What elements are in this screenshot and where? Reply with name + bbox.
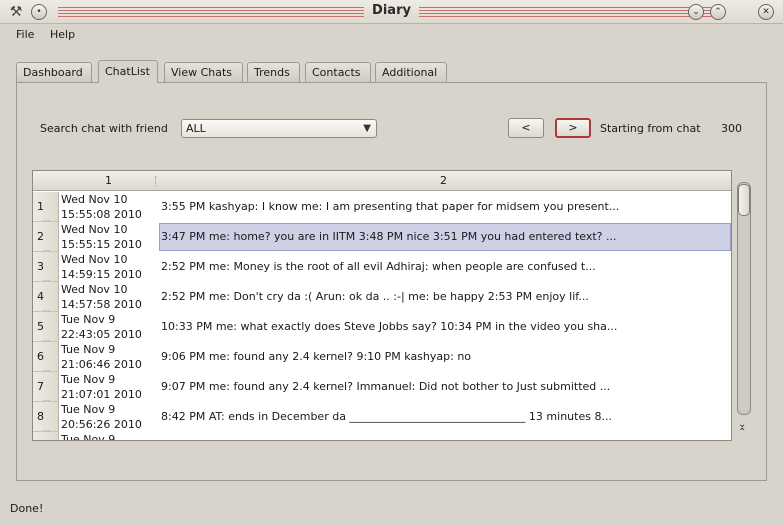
table-row[interactable]: 6… Tue Nov 9 21:06:46 2010 9:06 PM me: fo… [33, 342, 731, 373]
row-number: 5… [33, 312, 59, 343]
row-date: Wed Nov 10 15:55:08 2010 [61, 193, 142, 221]
row-number: 2… [33, 222, 59, 253]
row-number: 3… [33, 252, 59, 283]
table-row[interactable]: Tue Nov 9 [33, 432, 731, 441]
menu-bar: File Help [0, 25, 783, 45]
tab-view-chats[interactable]: View Chats [164, 62, 243, 82]
status-text: Done! [10, 502, 44, 515]
search-label: Search chat with friend [40, 122, 168, 135]
row-message: 2:52 PM me: Don't cry da :( Arun: ok da … [161, 290, 589, 303]
friend-select[interactable]: ALL ▼ [181, 119, 377, 138]
row-date: Tue Nov 9 22:43:05 2010 [61, 313, 142, 341]
row-date: Tue Nov 9 21:06:46 2010 [61, 343, 142, 371]
table-row[interactable]: 7… Tue Nov 9 21:07:01 2010 9:07 PM me: fo… [33, 372, 731, 403]
maximize-button[interactable]: ⌃ [710, 4, 726, 20]
close-button[interactable]: ✕ [758, 4, 774, 20]
tab-trends[interactable]: Trends [247, 62, 300, 82]
row-message [159, 433, 731, 440]
table-scrollbar[interactable]: ⌄ ⌃ [734, 170, 754, 441]
column-divider[interactable] [155, 176, 156, 186]
prev-button[interactable]: < [508, 118, 544, 138]
window-title: Diary [0, 3, 783, 18]
table-row[interactable]: 1… Wed Nov 10 15:55:08 2010 3:55 PM kashy… [33, 192, 731, 223]
title-bar: ⚒ • Diary ⌄ ⌃ ✕ [0, 0, 783, 24]
row-number [33, 432, 59, 440]
next-button[interactable]: > [555, 118, 591, 138]
column-header-1[interactable]: 1 [105, 174, 112, 187]
row-message: 10:33 PM me: what exactly does Steve Job… [161, 320, 618, 333]
row-number: 7… [33, 372, 59, 403]
menu-help[interactable]: Help [50, 28, 75, 41]
menu-file[interactable]: File [16, 28, 34, 41]
table-row[interactable]: 2… Wed Nov 10 15:55:15 2010 3:47 PM me: h… [33, 222, 731, 253]
table-row[interactable]: 3… Wed Nov 10 14:59:15 2010 2:52 PM me: M… [33, 252, 731, 283]
row-message: 8:42 PM AT: ends in December da ________… [161, 410, 612, 423]
table-row[interactable]: 8… Tue Nov 9 20:56:26 2010 8:42 PM AT: en… [33, 402, 731, 433]
chevron-down-icon: ▼ [363, 123, 371, 134]
scroll-thumb[interactable] [738, 184, 750, 216]
row-number: 4… [33, 282, 59, 313]
row-message: 3:47 PM me: home? you are in IITM 3:48 P… [159, 223, 731, 251]
friend-select-value: ALL [186, 122, 206, 135]
tab-dashboard[interactable]: Dashboard [16, 62, 92, 82]
row-number: 1… [33, 192, 59, 223]
row-message: 3:55 PM kashyap: I know me: I am present… [161, 200, 620, 213]
row-date: Wed Nov 10 14:57:58 2010 [61, 283, 142, 311]
tab-additional[interactable]: Additional [375, 62, 447, 82]
row-message: 9:07 PM me: found any 2.4 kernel? Immanu… [161, 380, 611, 393]
table-header: 1 2 [33, 171, 731, 191]
table-row[interactable]: 4… Wed Nov 10 14:57:58 2010 2:52 PM me: D… [33, 282, 731, 313]
scroll-up-chevron-icon[interactable]: ⌃ [738, 428, 746, 438]
row-date: Tue Nov 9 21:07:01 2010 [61, 373, 142, 401]
row-date: Wed Nov 10 15:55:15 2010 [61, 223, 142, 251]
start-value: 300 [721, 122, 742, 135]
table-row[interactable]: 5… Tue Nov 9 22:43:05 2010 10:33 PM me: w… [33, 312, 731, 343]
row-message: 9:06 PM me: found any 2.4 kernel? 9:10 P… [161, 350, 472, 363]
row-message: 2:52 PM me: Money is the root of all evi… [161, 260, 596, 273]
row-date: Wed Nov 10 14:59:15 2010 [61, 253, 142, 281]
row-date: Tue Nov 9 20:56:26 2010 [61, 403, 142, 431]
minimize-button[interactable]: ⌄ [688, 4, 704, 20]
column-header-2[interactable]: 2 [440, 174, 447, 187]
start-label: Starting from chat [600, 122, 701, 135]
row-date: Tue Nov 9 [61, 433, 116, 441]
row-number: 8… [33, 402, 59, 433]
row-number: 6… [33, 342, 59, 373]
scroll-track[interactable] [737, 182, 751, 415]
chat-table: 1 2 1… Wed Nov 10 15:55:08 2010 3:55 PM k… [32, 170, 732, 441]
tab-chatlist[interactable]: ChatList [98, 60, 158, 83]
tab-contacts[interactable]: Contacts [305, 62, 371, 82]
